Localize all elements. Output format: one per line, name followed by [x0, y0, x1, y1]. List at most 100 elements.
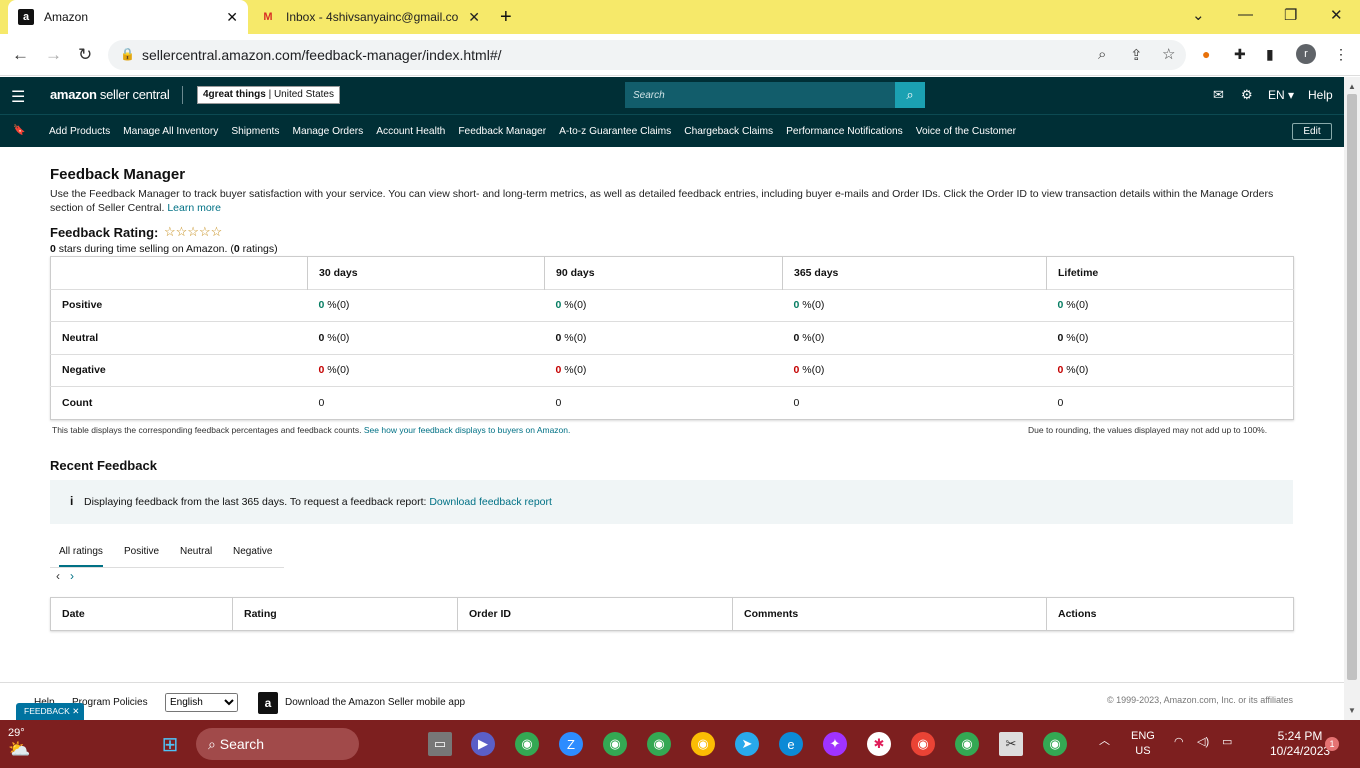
reload-icon[interactable]: ↻ [78, 45, 92, 65]
share-icon[interactable]: ⇪ [1130, 46, 1143, 64]
telegram-icon[interactable]: ➤ [735, 732, 759, 756]
nav-chargeback-claims[interactable]: Chargeback Claims [684, 126, 773, 137]
feedback-tab-button[interactable]: FEEDBACK ✕ [16, 703, 84, 720]
app-download-link[interactable]: Download the Amazon Seller mobile app [285, 697, 465, 708]
wifi-icon[interactable]: ◠ [1174, 735, 1184, 750]
menu-kebab-icon[interactable]: ⋮ [1334, 46, 1348, 63]
description-text: Use the Feedback Manager to track buyer … [50, 188, 1274, 214]
gear-icon[interactable]: ⚙ [1241, 87, 1253, 103]
tab-all-ratings[interactable]: All ratings [59, 546, 103, 567]
search-button[interactable]: ⌕ [895, 82, 925, 108]
header-rating[interactable]: Rating [232, 597, 458, 631]
chrome-icon[interactable]: ◉ [691, 732, 715, 756]
edit-nav-button[interactable]: Edit [1292, 123, 1332, 140]
buyer-display-link[interactable]: See how your feedback displays to buyers… [364, 425, 570, 435]
nav-manage-inventory[interactable]: Manage All Inventory [123, 126, 218, 137]
nav-shipments[interactable]: Shipments [231, 126, 279, 137]
new-tab-icon[interactable]: + [500, 6, 512, 29]
search-input[interactable]: Search [625, 82, 895, 108]
chrome-icon[interactable]: ◉ [911, 732, 935, 756]
chrome-icon[interactable]: ◉ [647, 732, 671, 756]
extension-icon[interactable]: ● [1202, 46, 1210, 62]
edge-icon[interactable]: e [779, 732, 803, 756]
scroll-up-icon[interactable]: ▲ [1348, 82, 1356, 91]
minimize-icon[interactable]: — [1238, 6, 1253, 23]
recent-feedback-table: Date Rating Order ID Comments Actions [50, 597, 1294, 631]
table-row: Positive 0 %(0) 0 %(0) 0 %(0) 0 %(0) [50, 288, 1294, 322]
nav-atoz-claims[interactable]: A-to-z Guarantee Claims [559, 126, 671, 137]
close-icon[interactable]: ✕ [72, 706, 79, 716]
weather-widget[interactable]: 29° ⛅ [8, 727, 30, 760]
amazon-app-icon[interactable]: a [258, 692, 278, 714]
chevron-left-icon[interactable]: ‹ [56, 569, 60, 583]
slack-icon[interactable]: ✱ [867, 732, 891, 756]
tray-chevron-icon[interactable]: ︿ [1099, 734, 1110, 749]
language-selector[interactable]: EN ▾ [1268, 88, 1294, 102]
tab-negative[interactable]: Negative [233, 546, 272, 557]
messenger-icon[interactable]: ✦ [823, 732, 847, 756]
nav-account-health[interactable]: Account Health [376, 126, 445, 137]
puzzle-icon[interactable]: ✚ [1234, 46, 1246, 63]
nav-voice-of-customer[interactable]: Voice of the Customer [916, 126, 1016, 137]
tab-title: Amazon [44, 10, 89, 24]
header-comments[interactable]: Comments [732, 597, 1047, 631]
language-select[interactable]: English [165, 693, 238, 712]
recent-feedback-heading: Recent Feedback [50, 458, 157, 473]
cell-suffix: %(0) [561, 299, 587, 312]
windows-start-icon[interactable]: ⊞ [158, 732, 182, 756]
close-tab-icon[interactable]: ✕ [468, 9, 480, 26]
download-report-link[interactable]: Download feedback report [429, 496, 552, 508]
nav-manage-orders[interactable]: Manage Orders [292, 126, 363, 137]
nav-feedback-manager[interactable]: Feedback Manager [458, 126, 546, 137]
chrome-icon[interactable]: ◉ [1043, 732, 1067, 756]
header-order-id[interactable]: Order ID [457, 597, 733, 631]
forward-icon[interactable]: → [45, 45, 62, 65]
restore-icon[interactable]: ❐ [1284, 6, 1297, 24]
mail-icon[interactable]: ✉ [1213, 87, 1224, 103]
rounding-note: Due to rounding, the values displayed ma… [1028, 425, 1268, 435]
help-link[interactable]: Help [1308, 88, 1333, 102]
teams-icon[interactable]: ▶ [471, 732, 495, 756]
task-view-icon[interactable]: ▭ [428, 732, 452, 756]
volume-icon[interactable]: ◁) [1197, 735, 1209, 750]
zoom-app-icon[interactable]: Z [559, 732, 583, 756]
count-cell: 0 [782, 386, 1047, 419]
seller-central-logo[interactable]: amazon seller central [50, 87, 170, 102]
clock[interactable]: 5:24 PM 10/24/2023 [1270, 729, 1330, 759]
back-icon[interactable]: ← [12, 45, 29, 65]
tab-gmail[interactable]: M Inbox - 4shivsanyainc@gmail.co ✕ [252, 0, 488, 34]
address-bar-row: ← → ↻ 🔒 sellercentral.amazon.com/feedbac… [0, 34, 1360, 76]
sidepanel-icon[interactable]: ▮ [1266, 46, 1274, 63]
tab-neutral[interactable]: Neutral [180, 546, 212, 557]
nav-add-products[interactable]: Add Products [49, 126, 110, 137]
nav-performance-notifications[interactable]: Performance Notifications [786, 126, 903, 137]
store-selector[interactable]: 4great things | United States [197, 86, 340, 104]
chrome-active-icon[interactable]: ◉ [955, 732, 979, 756]
input-language[interactable]: ENG US [1131, 729, 1155, 759]
table-cell: 0 %(0) [782, 321, 1047, 354]
tab-amazon[interactable]: a Amazon ✕ [8, 0, 248, 34]
url-input[interactable]: 🔒 sellercentral.amazon.com/feedback-mana… [108, 40, 1186, 70]
chrome-icon[interactable]: ◉ [515, 732, 539, 756]
notification-badge[interactable]: 1 [1325, 737, 1339, 751]
tab-search-chevron-icon[interactable]: ⌄ [1192, 6, 1205, 24]
close-tab-icon[interactable]: ✕ [226, 9, 238, 26]
battery-icon[interactable]: ▭ [1222, 735, 1232, 750]
tab-positive[interactable]: Positive [124, 546, 159, 557]
header-date[interactable]: Date [51, 598, 233, 631]
scroll-down-icon[interactable]: ▼ [1348, 706, 1356, 715]
learn-more-link[interactable]: Learn more [167, 202, 221, 214]
pagination: ‹ › [56, 569, 84, 583]
snipping-tool-icon[interactable]: ✂ [999, 732, 1023, 756]
scrollbar-thumb[interactable] [1347, 94, 1357, 680]
bookmark-star-icon[interactable]: ☆ [1162, 45, 1175, 63]
profile-avatar[interactable]: r [1296, 44, 1316, 64]
chevron-right-icon[interactable]: › [70, 569, 74, 583]
chrome-icon[interactable]: ◉ [603, 732, 627, 756]
zoom-icon[interactable]: ⌕ [1098, 46, 1106, 63]
bookmark-icon[interactable]: 🔖 [13, 125, 25, 136]
close-window-icon[interactable]: ✕ [1330, 6, 1343, 24]
cell-suffix: %(0) [1063, 299, 1089, 312]
taskbar-search[interactable]: ⌕ Search [196, 728, 359, 760]
hamburger-menu-icon[interactable]: ☰ [11, 87, 25, 107]
